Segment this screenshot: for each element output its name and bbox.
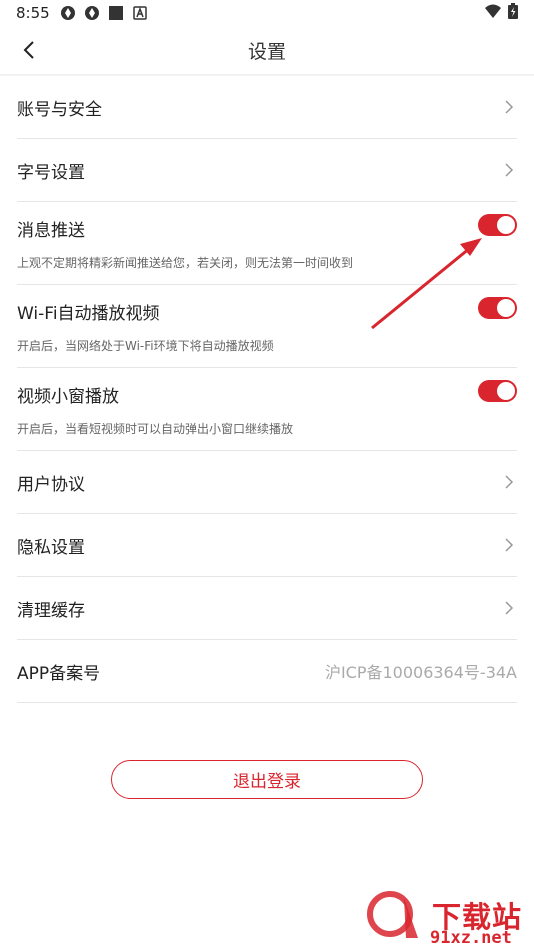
settings-list: 账号与安全 字号设置 消息推送 上观不定期将精彩新闻推送给您，若关闭，则无法第一… (0, 76, 534, 703)
icp-number: 沪ICP备10006364号-34A (324, 663, 517, 682)
chevron-right-icon (505, 163, 514, 177)
battery-icon (508, 3, 518, 23)
setting-description: 开启后，当看短视频时可以自动弹出小窗口继续播放 (17, 422, 294, 436)
toggle-knob (497, 382, 515, 400)
app-notification-icon (60, 5, 76, 21)
setting-clear-cache[interactable]: 清理缓存 (17, 577, 517, 640)
wifi-icon (484, 3, 502, 23)
a-icon (132, 5, 148, 21)
status-bar: 8:55 (0, 0, 534, 26)
wifi-autoplay-toggle[interactable] (478, 297, 517, 319)
setting-description: 开启后，当网络处于Wi-Fi环境下将自动播放视频 (17, 339, 274, 353)
logout-button[interactable]: 退出登录 (111, 760, 423, 799)
back-button[interactable] (18, 38, 42, 62)
chevron-right-icon (505, 100, 514, 114)
setting-push: 消息推送 上观不定期将精彩新闻推送给您，若关闭，则无法第一时间收到 (17, 202, 517, 285)
setting-description: 上观不定期将精彩新闻推送给您，若关闭，则无法第一时间收到 (17, 256, 354, 270)
status-time: 8:55 (16, 4, 50, 22)
toggle-knob (497, 299, 515, 317)
setting-label: 隐私设置 (17, 537, 85, 558)
chevron-right-icon (505, 601, 514, 615)
app-notification-icon (84, 5, 100, 21)
toggle-knob (497, 216, 515, 234)
page-title: 设置 (247, 40, 286, 63)
setting-mini-window: 视频小窗播放 开启后，当看短视频时可以自动弹出小窗口继续播放 (17, 368, 517, 451)
mini-window-toggle[interactable] (478, 380, 517, 402)
watermark: 下载站 91xz.net (360, 888, 530, 948)
setting-label: 字号设置 (17, 162, 85, 183)
chevron-left-icon (23, 41, 34, 59)
setting-label: 消息推送 (17, 221, 85, 241)
watermark-url: 91xz.net (430, 928, 512, 948)
chevron-right-icon (505, 538, 514, 552)
chevron-right-icon (505, 475, 514, 489)
setting-label: 清理缓存 (17, 600, 85, 621)
square-icon (108, 5, 124, 21)
push-toggle[interactable] (478, 214, 517, 236)
watermark-logo-icon (367, 891, 418, 938)
setting-account-security[interactable]: 账号与安全 (17, 76, 517, 139)
setting-font-size[interactable]: 字号设置 (17, 139, 517, 202)
setting-label: 账号与安全 (17, 99, 102, 120)
setting-wifi-autoplay: Wi-Fi自动播放视频 开启后，当网络处于Wi-Fi环境下将自动播放视频 (17, 285, 517, 368)
setting-user-agreement[interactable]: 用户协议 (17, 451, 517, 514)
setting-icp: APP备案号 沪ICP备10006364号-34A (17, 640, 517, 703)
setting-label: 视频小窗播放 (17, 387, 119, 407)
setting-privacy[interactable]: 隐私设置 (17, 514, 517, 577)
setting-label: Wi-Fi自动播放视频 (17, 304, 160, 324)
app-header: 设置 (0, 26, 534, 74)
setting-label: APP备案号 (17, 663, 101, 684)
setting-label: 用户协议 (17, 474, 85, 495)
